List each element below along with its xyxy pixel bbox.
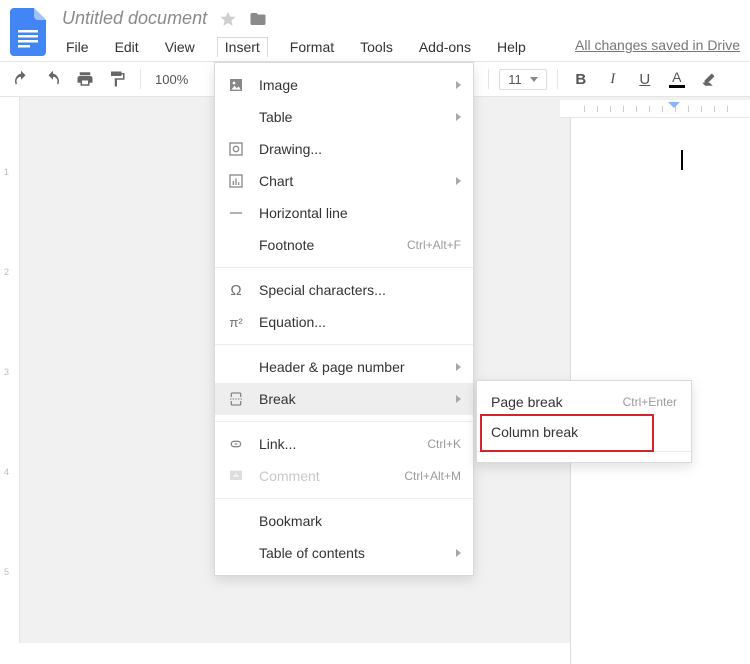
submenu-arrow-icon bbox=[456, 113, 461, 121]
image-icon bbox=[225, 77, 247, 93]
ruler-tick: 1 bbox=[4, 167, 9, 177]
break-submenu: Page break Ctrl+Enter Column break bbox=[476, 380, 692, 463]
print-button[interactable] bbox=[72, 66, 98, 92]
menu-tools[interactable]: Tools bbox=[356, 37, 397, 57]
insert-link[interactable]: Link... Ctrl+K bbox=[215, 428, 473, 460]
insert-image[interactable]: Image bbox=[215, 69, 473, 101]
insert-break[interactable]: Break bbox=[215, 383, 473, 415]
text-color-button[interactable]: A bbox=[664, 66, 690, 92]
hline-icon bbox=[225, 205, 247, 221]
link-icon bbox=[225, 436, 247, 452]
star-icon[interactable] bbox=[219, 10, 237, 31]
ruler-tick: 2 bbox=[4, 267, 9, 277]
comment-icon bbox=[225, 468, 247, 484]
highlight-button[interactable] bbox=[696, 66, 722, 92]
caret-down-icon bbox=[530, 77, 538, 82]
menu-edit[interactable]: Edit bbox=[111, 37, 143, 57]
submenu-arrow-icon bbox=[456, 549, 461, 557]
vertical-ruler: 1 2 3 4 5 bbox=[0, 97, 20, 643]
document-title[interactable]: Untitled document bbox=[62, 8, 207, 29]
insert-table[interactable]: Table bbox=[215, 101, 473, 133]
drawing-icon bbox=[225, 141, 247, 157]
font-size-value: 11 bbox=[508, 72, 522, 87]
insert-chart[interactable]: Chart bbox=[215, 165, 473, 197]
break-icon bbox=[225, 391, 247, 407]
save-status[interactable]: All changes saved in Drive bbox=[575, 37, 740, 57]
ruler-tick: 5 bbox=[4, 567, 9, 577]
omega-icon: Ω bbox=[225, 282, 247, 299]
move-folder-icon[interactable] bbox=[248, 10, 268, 31]
menu-help[interactable]: Help bbox=[493, 37, 530, 57]
break-column[interactable]: Column break bbox=[477, 417, 691, 447]
submenu-arrow-icon bbox=[456, 395, 461, 403]
submenu-arrow-icon bbox=[456, 81, 461, 89]
menubar: File Edit View Insert Format Tools Add-o… bbox=[62, 37, 530, 57]
titlebar: Untitled document File Edit View Insert … bbox=[0, 0, 750, 57]
chart-icon bbox=[225, 173, 247, 189]
ruler-tick: 3 bbox=[4, 367, 9, 377]
redo-button[interactable] bbox=[40, 66, 66, 92]
underline-button[interactable]: U bbox=[632, 66, 658, 92]
insert-special-characters[interactable]: Ω Special characters... bbox=[215, 274, 473, 306]
menu-format[interactable]: Format bbox=[286, 37, 338, 57]
menu-view[interactable]: View bbox=[161, 37, 199, 57]
insert-header-page-number[interactable]: Header & page number bbox=[215, 351, 473, 383]
menu-insert[interactable]: Insert bbox=[217, 37, 268, 57]
zoom-value: 100% bbox=[155, 72, 188, 87]
indent-marker-icon[interactable] bbox=[668, 102, 680, 108]
pi-icon: π² bbox=[225, 315, 247, 330]
menu-file[interactable]: File bbox=[62, 37, 93, 57]
insert-horizontal-line[interactable]: Horizontal line bbox=[215, 197, 473, 229]
insert-footnote[interactable]: Footnote Ctrl+Alt+F bbox=[215, 229, 473, 261]
ruler-tick: 4 bbox=[4, 467, 9, 477]
zoom-select[interactable]: 100% bbox=[151, 72, 192, 87]
submenu-arrow-icon bbox=[456, 177, 461, 185]
submenu-arrow-icon bbox=[456, 363, 461, 371]
undo-button[interactable] bbox=[8, 66, 34, 92]
insert-dropdown: Image Table Drawing... Chart Horizontal … bbox=[214, 62, 474, 576]
bold-button[interactable]: B bbox=[568, 66, 594, 92]
insert-table-of-contents[interactable]: Table of contents bbox=[215, 537, 473, 569]
insert-bookmark[interactable]: Bookmark bbox=[215, 505, 473, 537]
paint-format-button[interactable] bbox=[104, 66, 130, 92]
insert-comment: Comment Ctrl+Alt+M bbox=[215, 460, 473, 492]
insert-drawing[interactable]: Drawing... bbox=[215, 133, 473, 165]
insert-equation[interactable]: π² Equation... bbox=[215, 306, 473, 338]
menu-addons[interactable]: Add-ons bbox=[415, 37, 475, 57]
break-page[interactable]: Page break Ctrl+Enter bbox=[477, 387, 691, 417]
docs-app-icon[interactable] bbox=[10, 8, 46, 56]
horizontal-ruler bbox=[560, 100, 750, 118]
italic-button[interactable]: I bbox=[600, 66, 626, 92]
text-cursor bbox=[681, 150, 683, 170]
font-size-select[interactable]: 11 bbox=[499, 69, 547, 90]
